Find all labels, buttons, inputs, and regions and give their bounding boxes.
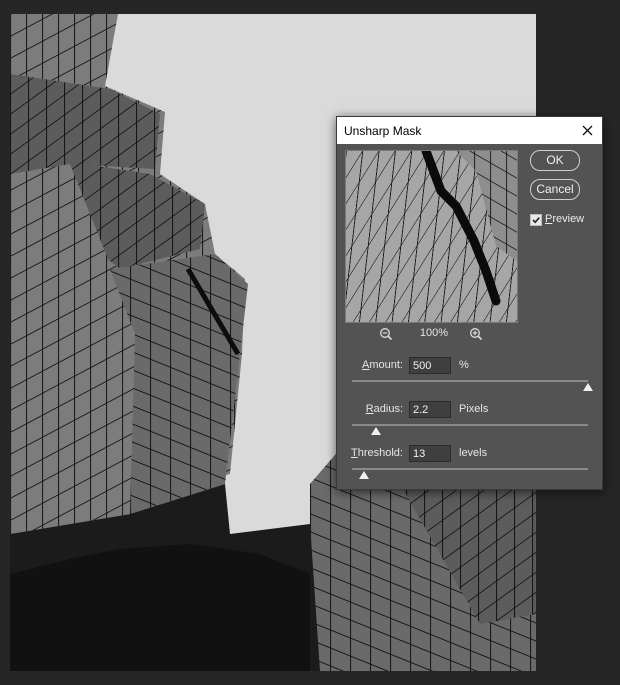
checkmark-icon (532, 217, 540, 224)
radius-input[interactable] (409, 401, 451, 418)
preview-thumbnail[interactable] (345, 150, 518, 323)
radius-slider-thumb[interactable] (370, 427, 381, 435)
dialog-title: Unsharp Mask (344, 124, 422, 138)
dialog-titlebar[interactable]: Unsharp Mask (337, 117, 602, 144)
preview-image (346, 151, 517, 322)
amount-input[interactable] (409, 357, 451, 374)
amount-slider[interactable] (352, 380, 588, 382)
preview-checkbox[interactable] (530, 214, 542, 226)
radius-label: Radius: (365, 403, 403, 415)
radius-slider[interactable] (352, 424, 588, 426)
unsharp-mask-dialog: Unsharp Mask OK Cancel Preview 100% Amou… (336, 116, 603, 490)
threshold-label: Threshold: (351, 447, 403, 459)
threshold-input[interactable] (409, 445, 451, 462)
ok-button[interactable]: OK (530, 150, 580, 171)
preview-label[interactable]: Preview (545, 213, 584, 225)
amount-unit: % (459, 359, 469, 371)
zoom-out-icon[interactable] (379, 327, 393, 341)
close-icon (582, 125, 592, 136)
zoom-in-icon[interactable] (469, 327, 483, 341)
threshold-unit: levels (459, 447, 488, 459)
amount-slider-thumb[interactable] (583, 383, 593, 391)
cancel-button[interactable]: Cancel (530, 179, 580, 200)
amount-label: Amount: (362, 359, 403, 371)
threshold-slider[interactable] (352, 468, 588, 470)
close-button[interactable] (572, 117, 602, 144)
threshold-slider-thumb[interactable] (358, 471, 369, 479)
zoom-level: 100% (419, 327, 449, 339)
radius-unit: Pixels (459, 403, 489, 415)
